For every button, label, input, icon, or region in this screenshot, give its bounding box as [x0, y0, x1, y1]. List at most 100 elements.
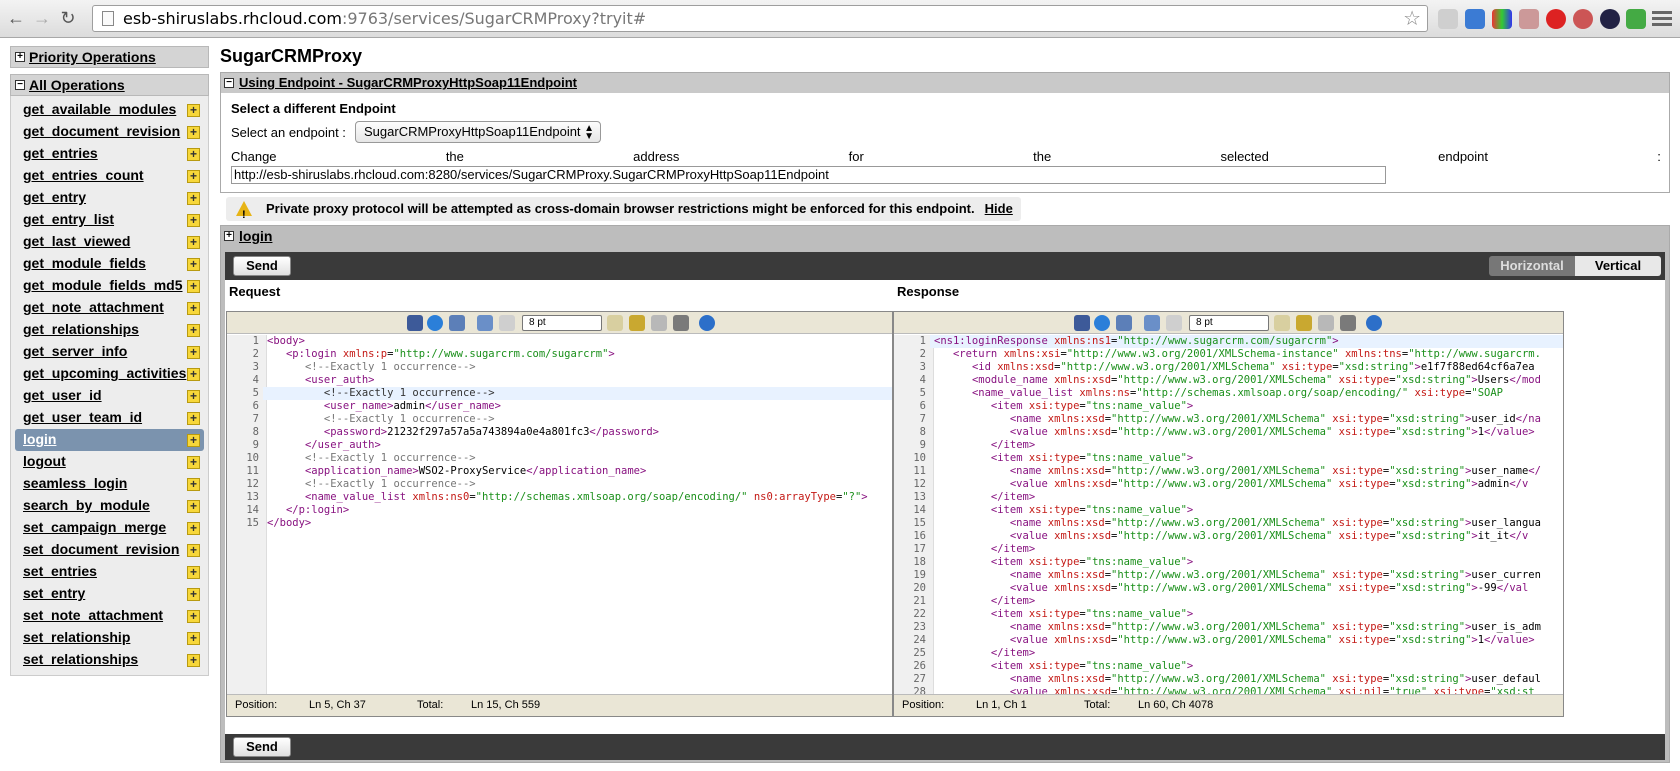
add-priority-icon[interactable]: + — [187, 434, 200, 447]
collapse-icon[interactable]: − — [224, 78, 234, 88]
spellcheck-icon[interactable] — [607, 315, 623, 331]
sidebar-operation-get-entries-count[interactable]: get_entries_count + — [15, 165, 204, 187]
add-priority-icon[interactable]: + — [187, 522, 200, 535]
address-bar[interactable]: esb-shiruslabs.rhcloud.com:9763/services… — [92, 5, 1428, 32]
sidebar-operation-get-module-fields[interactable]: get_module_fields + — [15, 253, 204, 275]
add-priority-icon[interactable]: + — [187, 324, 200, 337]
sidebar-operation-set-document-revision[interactable]: set_document_revision + — [15, 539, 204, 561]
eraser-icon[interactable] — [651, 315, 667, 331]
sidebar-operation-set-entry[interactable]: set_entry + — [15, 583, 204, 605]
sidebar-operation-get-relationships[interactable]: get_relationships + — [15, 319, 204, 341]
redo-icon[interactable] — [499, 315, 515, 331]
forward-icon[interactable]: → — [32, 8, 52, 28]
sidebar-operation-get-note-attachment[interactable]: get_note_attachment + — [15, 297, 204, 319]
extension-icon-2[interactable] — [1465, 9, 1485, 29]
priority-operations-header[interactable]: + Priority Operations — [10, 46, 209, 68]
reload-icon[interactable]: ↻ — [58, 8, 78, 28]
undo-icon[interactable] — [1144, 315, 1160, 331]
horizontal-button[interactable]: Horizontal — [1489, 256, 1575, 276]
hide-warning-link[interactable]: Hide — [985, 201, 1013, 216]
request-code[interactable]: 1 <body> 2 <p:login xmlns:p="http://www.s… — [227, 335, 892, 694]
extension-icon-4[interactable] — [1519, 9, 1539, 29]
vertical-button[interactable]: Vertical — [1575, 256, 1661, 276]
add-priority-icon[interactable]: + — [187, 214, 200, 227]
add-priority-icon[interactable]: + — [187, 632, 200, 645]
expand-icon[interactable]: + — [224, 231, 234, 241]
toggle-editor-icon[interactable] — [673, 315, 689, 331]
sidebar-operation-get-server-info[interactable]: get_server_info + — [15, 341, 204, 363]
extension-icon-1[interactable] — [1438, 9, 1458, 29]
send-button-bottom[interactable]: Send — [233, 737, 291, 757]
sidebar-operation-search-by-module[interactable]: search_by_module + — [15, 495, 204, 517]
spellcheck-icon[interactable] — [1274, 315, 1290, 331]
add-priority-icon[interactable]: + — [187, 236, 200, 249]
sidebar-operation-set-note-attachment[interactable]: set_note_attachment + — [15, 605, 204, 627]
add-priority-icon[interactable]: + — [187, 280, 200, 293]
bookmark-star-icon[interactable]: ☆ — [1403, 6, 1421, 31]
extension-icon-3[interactable] — [1492, 9, 1512, 29]
find-icon[interactable] — [407, 315, 423, 331]
fullscreen-icon[interactable] — [1116, 315, 1132, 331]
add-priority-icon[interactable]: + — [187, 170, 200, 183]
fullscreen-icon[interactable] — [449, 315, 465, 331]
add-priority-icon[interactable]: + — [187, 192, 200, 205]
eraser-icon[interactable] — [1318, 315, 1334, 331]
go-to-line-icon[interactable] — [1094, 315, 1110, 331]
endpoint-select[interactable]: SugarCRMProxyHttpSoap11Endpoint ▲ ▼ — [355, 121, 601, 143]
extension-icon-8[interactable] — [1626, 9, 1646, 29]
add-priority-icon[interactable]: + — [187, 346, 200, 359]
add-priority-icon[interactable]: + — [187, 456, 200, 469]
add-priority-icon[interactable]: + — [187, 500, 200, 513]
menu-icon[interactable] — [1652, 8, 1672, 28]
request-editor[interactable]: 8 pt 1 <body> 2 <p:login xmlns:p="http://… — [226, 311, 893, 717]
expand-icon[interactable]: + — [15, 52, 25, 62]
highlight-icon[interactable] — [1296, 315, 1312, 331]
sidebar-operation-get-upcoming-activities[interactable]: get_upcoming_activities + — [15, 363, 204, 385]
operation-header[interactable]: + login — [221, 226, 1669, 246]
add-priority-icon[interactable]: + — [187, 302, 200, 315]
sidebar-operation-get-last-viewed[interactable]: get_last_viewed + — [15, 231, 204, 253]
sidebar-operation-get-entries[interactable]: get_entries + — [15, 143, 204, 165]
send-button[interactable]: Send — [233, 256, 291, 276]
endpoint-header[interactable]: − Using Endpoint - SugarCRMProxyHttpSoap1… — [221, 73, 1669, 93]
back-icon[interactable]: ← — [6, 8, 26, 28]
extension-icon-5[interactable] — [1546, 9, 1566, 29]
font-size-select[interactable]: 8 pt — [1189, 315, 1269, 331]
extension-icon-6[interactable] — [1573, 9, 1593, 29]
sidebar-operation-get-user-team-id[interactable]: get_user_team_id + — [15, 407, 204, 429]
add-priority-icon[interactable]: + — [187, 412, 200, 425]
font-size-select[interactable]: 8 pt — [522, 315, 602, 331]
add-priority-icon[interactable]: + — [187, 104, 200, 117]
help-icon[interactable] — [699, 315, 715, 331]
collapse-icon[interactable]: − — [15, 80, 25, 90]
go-to-line-icon[interactable] — [427, 315, 443, 331]
sidebar-operation-seamless-login[interactable]: seamless_login + — [15, 473, 204, 495]
sidebar-operation-set-relationship[interactable]: set_relationship + — [15, 627, 204, 649]
sidebar-operation-set-entries[interactable]: set_entries + — [15, 561, 204, 583]
sidebar-operation-get-user-id[interactable]: get_user_id + — [15, 385, 204, 407]
response-code[interactable]: 1 <ns1:loginResponse xmlns:ns1="http://ww… — [894, 335, 1563, 694]
add-priority-icon[interactable]: + — [187, 566, 200, 579]
add-priority-icon[interactable]: + — [187, 544, 200, 557]
extension-icon-7[interactable] — [1600, 9, 1620, 29]
sidebar-operation-set-campaign-merge[interactable]: set_campaign_merge + — [15, 517, 204, 539]
sidebar-operation-logout[interactable]: logout + — [15, 451, 204, 473]
add-priority-icon[interactable]: + — [187, 478, 200, 491]
add-priority-icon[interactable]: + — [187, 368, 200, 381]
response-editor[interactable]: 8 pt 1 <ns1:loginResponse xmlns:ns1="http… — [893, 311, 1564, 717]
add-priority-icon[interactable]: + — [187, 610, 200, 623]
add-priority-icon[interactable]: + — [187, 258, 200, 271]
add-priority-icon[interactable]: + — [187, 654, 200, 667]
add-priority-icon[interactable]: + — [187, 126, 200, 139]
undo-icon[interactable] — [477, 315, 493, 331]
sidebar-operation-get-entry-list[interactable]: get_entry_list + — [15, 209, 204, 231]
sidebar-operation-login[interactable]: login + — [15, 429, 204, 451]
add-priority-icon[interactable]: + — [187, 390, 200, 403]
sidebar-operation-get-available-modules[interactable]: get_available_modules + — [15, 99, 204, 121]
sidebar-operation-get-document-revision[interactable]: get_document_revision + — [15, 121, 204, 143]
help-icon[interactable] — [1366, 315, 1382, 331]
sidebar-operation-get-entry[interactable]: get_entry + — [15, 187, 204, 209]
add-priority-icon[interactable]: + — [187, 148, 200, 161]
all-operations-header[interactable]: − All Operations — [10, 74, 209, 96]
sidebar-operation-set-relationships[interactable]: set_relationships + — [15, 649, 204, 671]
